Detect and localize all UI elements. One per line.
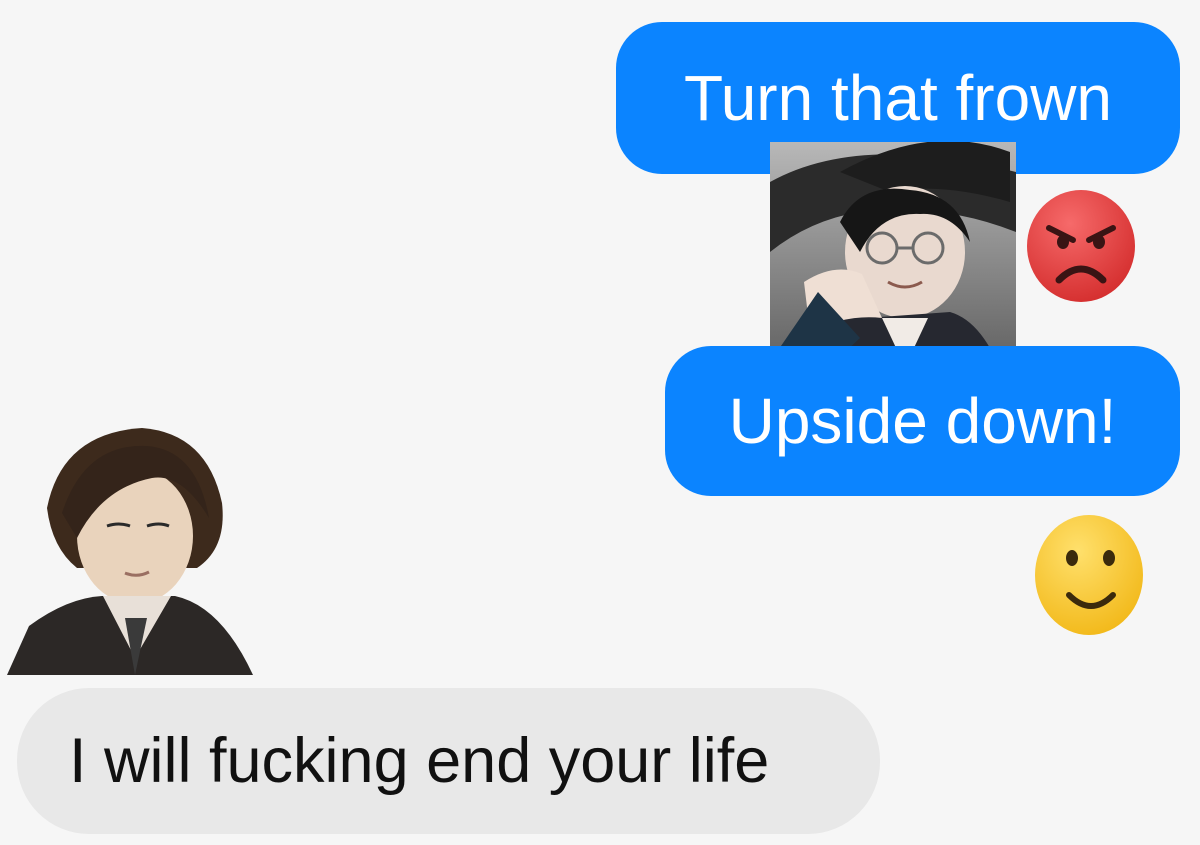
message-bubble-incoming[interactable]: I will fucking end your life xyxy=(17,688,880,834)
angry-face-emoji-icon xyxy=(1025,188,1137,304)
smiling-face-emoji-icon xyxy=(1033,513,1145,637)
message-text: I will fucking end your life xyxy=(69,725,770,796)
message-text: Turn that frown xyxy=(683,62,1113,134)
message-bubble-outgoing-2[interactable]: Upside down! xyxy=(665,346,1180,496)
character-brown-hair-avatar xyxy=(7,418,263,675)
message-text: Upside down! xyxy=(728,385,1117,457)
